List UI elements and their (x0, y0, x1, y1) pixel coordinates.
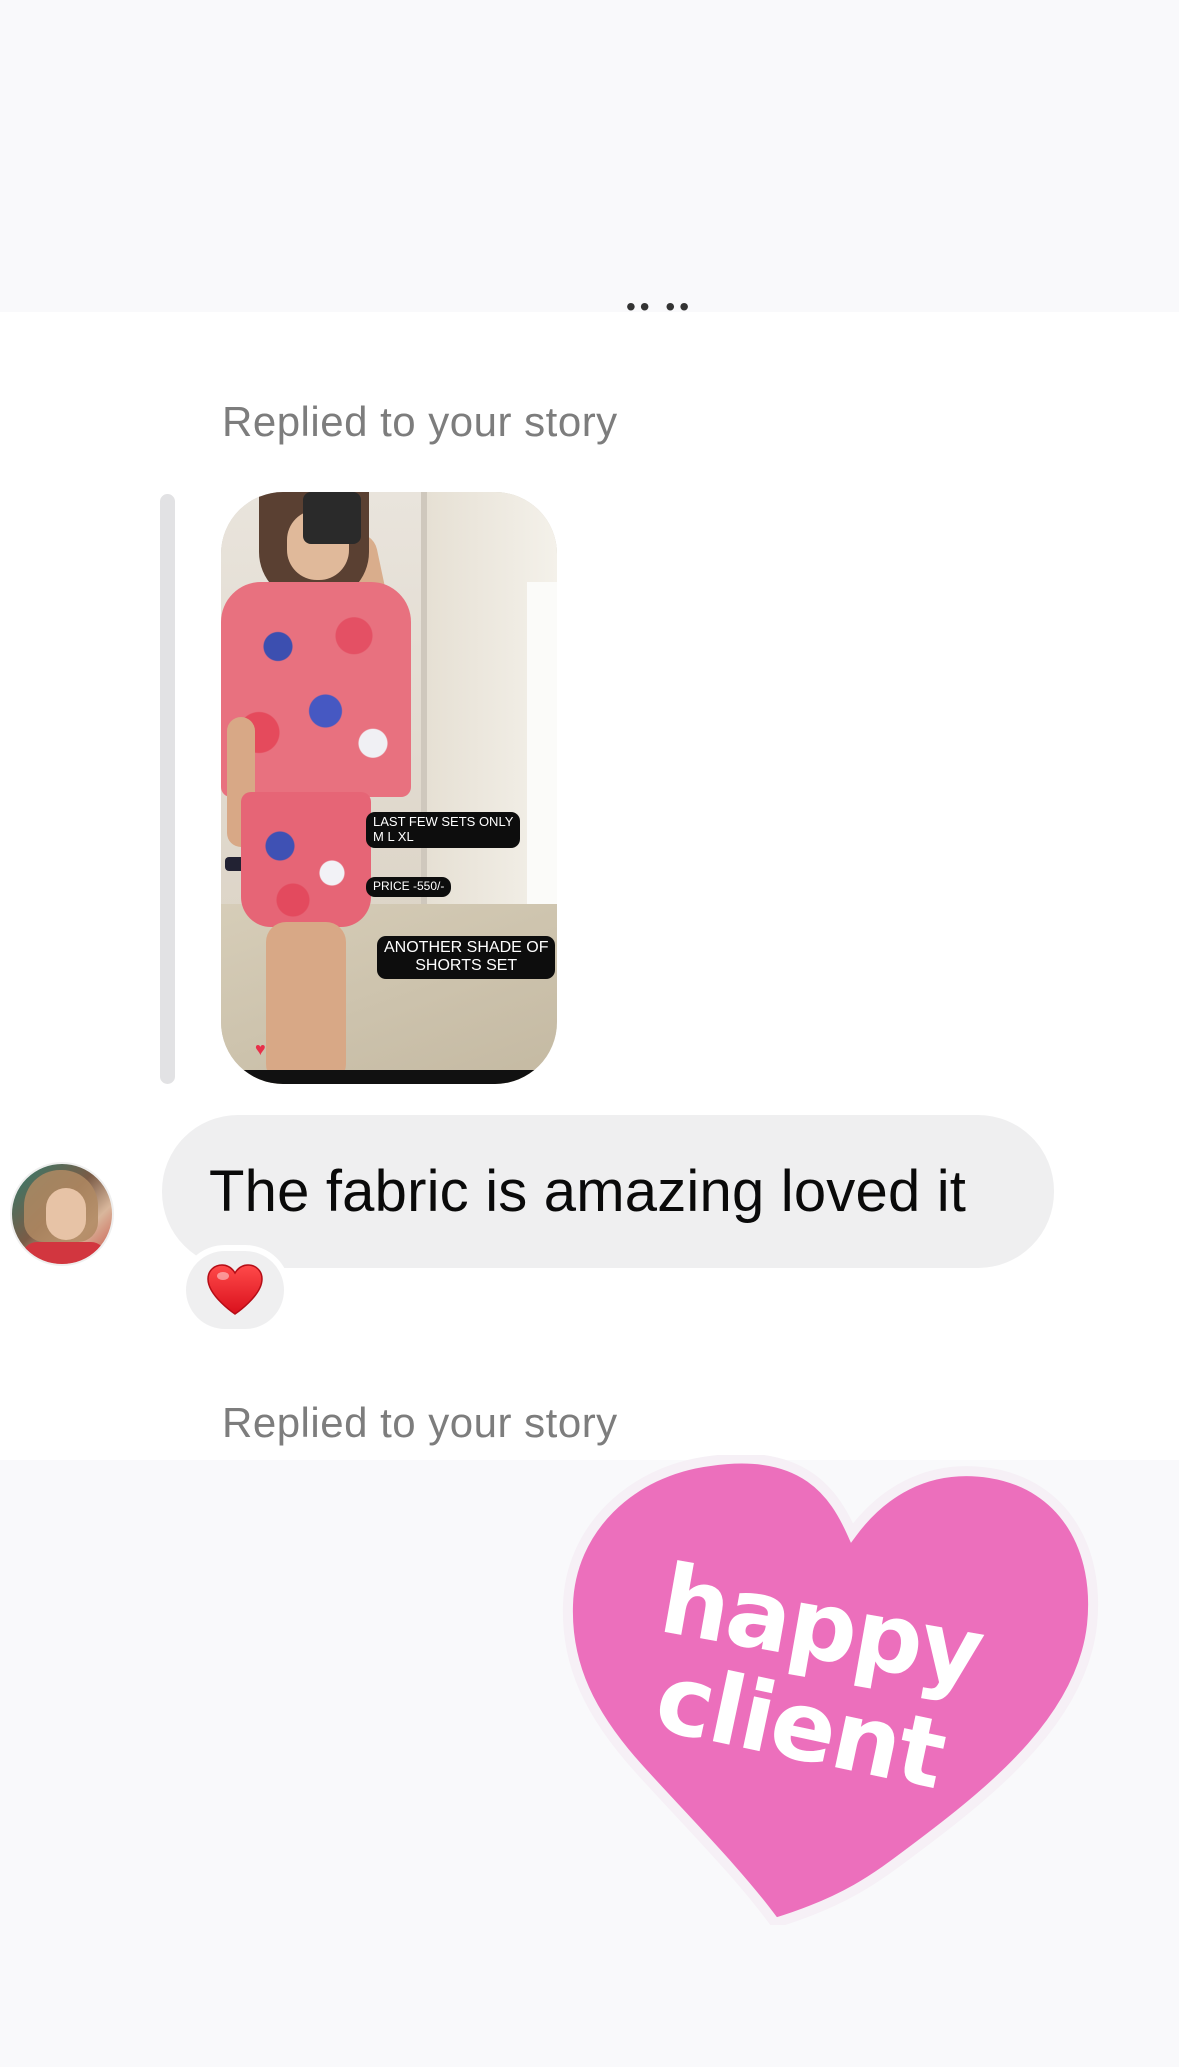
avatar[interactable] (10, 1162, 114, 1266)
message-text: The fabric is amazing loved it (209, 1159, 967, 1224)
sticker-line: PRICE -550/- (373, 879, 445, 893)
sticker-line: M L XL (373, 828, 414, 844)
reply-quote-bar (160, 494, 175, 1084)
previous-content-area (0, 0, 1179, 312)
story-sticker-stock: LAST FEW SETS ONLY M L XL (366, 812, 521, 848)
story-tie-dye-shorts (241, 792, 371, 927)
story-phone (303, 492, 361, 544)
cutoff-emoji-fragment: •• •• (626, 291, 693, 322)
story-bottom-strip (221, 1070, 557, 1084)
story-sticker-price: PRICE -550/- (366, 877, 452, 897)
message-bubble[interactable]: The fabric is amazing loved it (162, 1115, 1054, 1268)
story-reply-label: Replied to your story (222, 1399, 618, 1446)
story-sticker-shade: ANOTHER SHADE OF SHORTS SET (377, 936, 556, 979)
sticker-line: ANOTHER SHADE OF (384, 939, 549, 956)
reaction-badge[interactable] (180, 1245, 290, 1335)
story-reply-label: Replied to your story (222, 398, 618, 445)
story-person-legs (266, 922, 346, 1084)
story-like-heart-icon: ♥ (255, 1039, 266, 1059)
avatar-shirt (22, 1242, 106, 1264)
heart-reaction-icon (207, 1264, 263, 1315)
sticker-line: LAST FEW SETS ONLY (373, 814, 514, 829)
sticker-line: SHORTS SET (415, 957, 518, 975)
story-thumbnail[interactable]: ♥ LAST FEW SETS ONLY M L XL PRICE -550/-… (221, 492, 557, 1084)
avatar-face (46, 1188, 86, 1240)
